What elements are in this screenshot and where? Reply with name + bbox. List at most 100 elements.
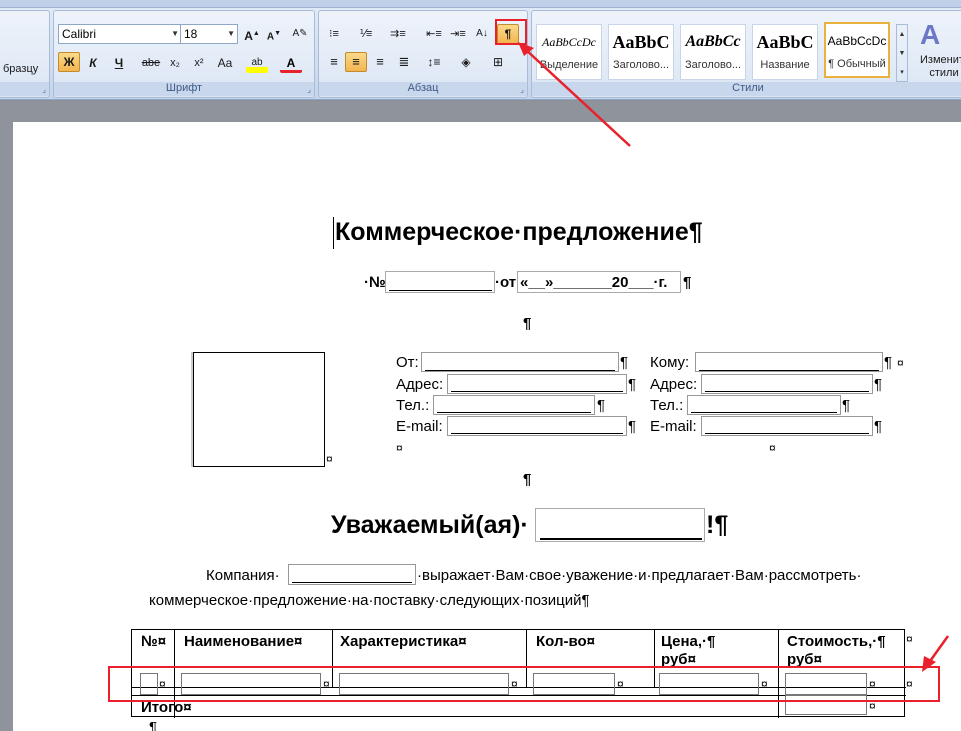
justify-icon[interactable]: ≣ [393, 52, 415, 72]
intro-rest: ·выражает·Вам·свое·уважение·и·предлагает… [417, 567, 862, 584]
sort-icon[interactable]: A↓ [471, 24, 493, 44]
style-normal[interactable]: AaBbCcDc ¶ Обычный [824, 22, 890, 78]
address-underline [451, 391, 623, 392]
style-sample: AaBbCc [685, 33, 741, 50]
strikethrough-button[interactable]: abe [140, 53, 162, 73]
from-label: От: [396, 354, 419, 371]
text-cursor [333, 217, 334, 249]
grow-font-icon[interactable]: A▲ [241, 24, 263, 44]
email-underline [451, 433, 623, 434]
paragraph-group-label: Абзац [319, 82, 527, 96]
font-size-combo[interactable]: 18 ▼ [180, 24, 238, 44]
table-header-total: Стоимость,·¶ [787, 633, 886, 650]
dialog-launcher-icon[interactable]: ⌟ [42, 85, 46, 94]
paragraph-mark: ¶ [628, 418, 637, 435]
style-name: Название [760, 59, 810, 71]
font-color-icon[interactable]: A [280, 53, 302, 73]
font-group-label: Шрифт [54, 82, 314, 96]
superscript-button[interactable]: x² [188, 53, 210, 73]
paragraph-mark: ¶ [620, 354, 629, 371]
annotation-highlight-row [108, 666, 940, 702]
align-left-icon[interactable]: ≡ [323, 52, 345, 72]
bullets-icon[interactable]: ⁝≡ [323, 24, 345, 44]
paragraph-mark: ¶ [874, 418, 883, 435]
styles-scroll[interactable]: ▲ ▼ ▾ [896, 24, 908, 82]
style-emphasis[interactable]: AaBbCcDc Выделение [536, 24, 602, 80]
intro-company: Компания· [206, 567, 280, 584]
to-phone-label: Тел.: [650, 397, 684, 414]
row-end-mark: ¤ [906, 632, 913, 646]
document-title[interactable]: Коммерческое·предложение¶ [335, 218, 703, 247]
recipient-name-underline [540, 538, 702, 540]
change-styles-icon[interactable]: A [920, 19, 940, 51]
from-field[interactable] [421, 352, 619, 372]
change-styles-label[interactable]: Изменить стили [920, 54, 961, 80]
shrink-font-icon[interactable]: A▼ [263, 24, 285, 44]
paragraph-mark: ¶ [523, 315, 532, 332]
style-heading-1[interactable]: AaBbC Заголово... [608, 24, 674, 80]
style-name: Выделение [539, 59, 599, 71]
underline-button[interactable]: Ч [108, 53, 130, 73]
ribbon-tab-strip [0, 0, 961, 8]
numbering-icon[interactable]: ⅟≡ [355, 24, 377, 44]
number-underline [389, 290, 492, 291]
to-field[interactable] [695, 352, 883, 372]
line-spacing-icon[interactable]: ↕≡ [423, 52, 445, 72]
highlight-color-icon[interactable]: ab [246, 53, 268, 73]
style-name: Заголово... [684, 59, 742, 71]
multilevel-list-icon[interactable]: ⇉≡ [387, 24, 409, 44]
increase-indent-icon[interactable]: ⇥≡ [447, 24, 469, 44]
cell-end-mark: ¤ [897, 356, 904, 370]
table-header-qty: Кол-во¤ [536, 633, 595, 650]
style-name: ¶ Обычный [828, 58, 886, 70]
logo-placeholder-box[interactable] [193, 352, 325, 467]
dialog-launcher-icon[interactable]: ⌟ [307, 85, 311, 94]
style-sample: AaBbCcDc [827, 34, 887, 48]
to-email-label: E-mail: [650, 418, 697, 435]
font-size-value: 18 [184, 27, 198, 41]
paragraph-mark: ¶ [628, 376, 637, 393]
table-header-num: №¤ [141, 633, 167, 650]
align-right-icon[interactable]: ≡ [369, 52, 391, 72]
bold-button[interactable]: Ж [58, 52, 80, 72]
style-title[interactable]: AaBbC Название [752, 24, 818, 80]
paragraph-mark: ¶ [149, 719, 158, 731]
font-name-combo[interactable]: Calibri ▼ [58, 24, 182, 44]
align-center-icon[interactable]: ≡ [345, 52, 367, 72]
to-phone-underline [691, 412, 837, 413]
dialog-launcher-icon[interactable]: ⌟ [520, 85, 524, 94]
subscript-button[interactable]: x₂ [164, 53, 186, 73]
chevron-down-icon[interactable]: ▼ [227, 25, 235, 43]
to-address-underline [705, 391, 869, 392]
from-underline [425, 370, 615, 371]
shading-icon[interactable]: ◈ [455, 52, 477, 72]
italic-button[interactable]: К [82, 53, 104, 73]
style-sample: AaBbC [756, 32, 814, 52]
decrease-indent-icon[interactable]: ⇤≡ [423, 24, 445, 44]
paragraph-mark: ¶ [874, 376, 883, 393]
phone-underline [437, 412, 591, 413]
font-group: Calibri ▼ 18 ▼ A▲ A▼ A✎ Ж К Ч abe x₂ x² … [53, 10, 315, 98]
borders-icon[interactable]: ⊞ [487, 52, 509, 72]
clear-formatting-icon[interactable]: A✎ [289, 24, 311, 44]
number-prefix: ·№ [364, 274, 386, 291]
paragraph-mark: ¶ [597, 397, 606, 414]
format-painter-label[interactable]: бразцу [3, 63, 38, 75]
change-case-button[interactable]: Aa [214, 53, 236, 73]
date-value: «__»_______20___·г. [520, 274, 668, 291]
table-header-price: Цена,·¶ [661, 633, 716, 650]
cell-end-mark: ¤ [326, 452, 333, 466]
style-heading-2[interactable]: AaBbCc Заголово... [680, 24, 746, 80]
company-underline [292, 582, 412, 583]
to-email-underline [705, 433, 869, 434]
to-label: Кому: [650, 354, 690, 371]
phone-label: Тел.: [396, 397, 430, 414]
style-sample: AaBbC [612, 32, 670, 52]
recipient-name-field[interactable] [535, 508, 705, 542]
email-label: E-mail: [396, 418, 443, 435]
paragraph-mark: ¶ [884, 354, 893, 371]
cell-end-mark: ¤ [396, 441, 403, 455]
style-sample: AaBbCcDc [542, 35, 596, 49]
font-name-value: Calibri [62, 27, 97, 41]
chevron-down-icon[interactable]: ▼ [171, 25, 179, 43]
